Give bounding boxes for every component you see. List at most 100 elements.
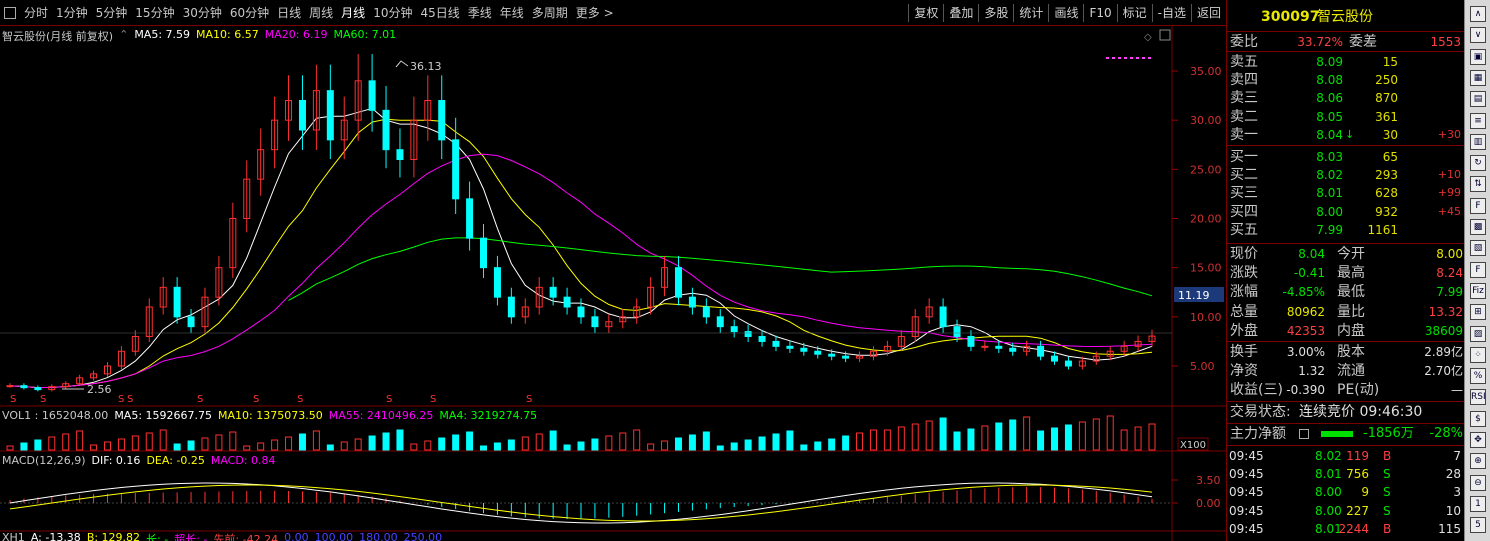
tool-button[interactable]: 标记 [1116, 4, 1152, 22]
bid-row[interactable]: 买四 8.00 932 +45 [1227, 203, 1465, 221]
ask-row[interactable]: 卖一 8.04 30 +30 ↓ [1227, 126, 1465, 144]
collapse-icon[interactable]: ∧ [1470, 6, 1486, 22]
volume-bar [883, 429, 891, 451]
period-tab[interactable]: 年线 [496, 4, 528, 22]
candle-body [187, 316, 195, 328]
period-tab[interactable]: 15分钟 [131, 4, 178, 22]
period-tab[interactable]: 5分钟 [92, 4, 132, 22]
bid-row-price: 8.01 [1316, 186, 1343, 201]
period-tab[interactable]: 60分钟 [226, 4, 273, 22]
move-icon[interactable]: ✥ [1470, 432, 1486, 448]
expand-icon[interactable]: ∨ [1470, 27, 1486, 44]
tool-button[interactable]: 返回 [1190, 4, 1226, 22]
volume-bar [243, 445, 251, 451]
bid-row[interactable]: 买三 8.01 628 +99 [1227, 184, 1465, 202]
chart-icon[interactable]: ▨ [1470, 325, 1486, 342]
period-tab[interactable]: 日线 [273, 4, 305, 22]
period-tab[interactable]: 月线 [337, 4, 369, 22]
period-tab[interactable]: 周线 [305, 4, 337, 22]
period-tab[interactable]: 季线 [464, 4, 496, 22]
layout-box-icon[interactable] [4, 7, 16, 19]
xh-g: 100.00 [314, 531, 354, 541]
ask-row[interactable]: 卖二 8.05 361 [1227, 108, 1465, 126]
volume-bar [90, 444, 98, 451]
bar-chart-icon[interactable]: ▥ [1470, 133, 1486, 150]
stat-value: -0.390 [1286, 383, 1325, 398]
ftab-icon[interactable]: F [1470, 261, 1486, 278]
volume-bar [1009, 419, 1017, 451]
period-tab[interactable]: 10分钟 [369, 4, 416, 22]
tool-button[interactable]: -自选 [1151, 4, 1191, 22]
bid-row[interactable]: 买一 8.03 65 [1227, 148, 1465, 166]
candle-body [702, 306, 710, 318]
period-tabs: 分时 1分钟 5分钟 15分钟 30分钟 60分钟 日线 周线 月线 10分钟 45日线 季线 年线 多周… [4, 4, 618, 22]
status-row: 交易状态: 连续竞价 09:46:30 [1227, 403, 1465, 421]
bid-row[interactable]: 买二 8.02 293 +10 [1227, 166, 1465, 184]
chart-area[interactable]: SSSSSSSSSS 35.00 30.00 25.00 20.00 15.00 10.0… [0, 26, 1226, 541]
tool-button[interactable]: 统计 [1013, 4, 1048, 22]
tool-button[interactable]: 复权 [908, 4, 943, 22]
volume-bar [34, 439, 42, 451]
ask-row[interactable]: 卖五 8.09 15 [1227, 53, 1465, 71]
volume-bar [786, 430, 794, 451]
tool-button[interactable]: 叠加 [943, 4, 978, 22]
vol-ma10-label: MA10: 1375073.50 [218, 409, 323, 422]
stat-value: -0.41 [1293, 266, 1325, 281]
scatter-icon[interactable]: ⁘ [1470, 346, 1486, 363]
hist-icon[interactable]: ⊞ [1470, 304, 1486, 321]
zoom-icon[interactable]: ⊕ [1470, 453, 1486, 470]
period-tab[interactable]: 30分钟 [179, 4, 226, 22]
down-arrow-icon: ↓ [1345, 127, 1355, 141]
period-tab[interactable]: 更多 > [572, 4, 618, 22]
stat-value: 8.04 [1298, 247, 1325, 261]
diamond-icon[interactable]: ◇ [1144, 32, 1152, 43]
num5-icon[interactable]: 5 [1470, 517, 1486, 534]
period-tab[interactable]: 分时 [20, 4, 52, 22]
candle-body [466, 198, 474, 239]
xh-e: 先前: -42.24 [213, 533, 279, 541]
stat-value: 38609 [1424, 323, 1463, 338]
tool-button[interactable]: 画线 [1048, 4, 1083, 22]
main-legend: 智云股份(月线 前复权) ⌃ MA5: 7.59 MA10: 6.57 MA20… [2, 28, 396, 44]
tick-price: 8.02 [1315, 449, 1342, 463]
fiz-icon[interactable]: Fiz [1470, 282, 1486, 299]
dollar-icon[interactable]: $ [1470, 410, 1486, 427]
num1-icon[interactable]: 1 [1470, 495, 1486, 512]
list-icon[interactable]: ≡ [1470, 112, 1486, 129]
tool-button[interactable]: 多股 [978, 4, 1013, 22]
period-tab[interactable]: 1分钟 [52, 4, 92, 22]
tick-volume: 227 [1346, 503, 1369, 518]
volume-bar [758, 436, 766, 451]
candle-body [981, 345, 989, 348]
tool-button[interactable]: F10 [1083, 4, 1116, 22]
period-tab[interactable]: 多周期 [528, 4, 572, 22]
candle-icon[interactable]: ⇅ [1470, 176, 1486, 193]
grid-icon[interactable]: ▦ [1470, 69, 1486, 86]
down-icon[interactable]: ▣ [1470, 48, 1486, 65]
rsi-icon[interactable]: RSI [1470, 389, 1486, 406]
panel-menu-icon[interactable] [1159, 29, 1171, 41]
sector-icon[interactable]: ▩ [1470, 219, 1486, 235]
table-icon[interactable]: ▤ [1470, 91, 1486, 108]
fund-icon[interactable]: F [1470, 197, 1486, 214]
bid-row-label: 买一 [1230, 149, 1258, 165]
news-icon[interactable]: ▧ [1470, 240, 1486, 257]
collapse-icon[interactable]: ⌃ [119, 28, 128, 44]
stat-row: 总量 80962 量比 13.32 [1227, 303, 1465, 321]
pct-icon[interactable]: % [1470, 368, 1486, 385]
stat-label: 内盘 [1337, 322, 1365, 339]
refresh-icon[interactable]: ↻ [1470, 155, 1486, 172]
stat-value: 80962 [1286, 304, 1325, 319]
period-tab[interactable]: 45日线 [416, 4, 463, 22]
candle-body [953, 326, 961, 337]
ask-row[interactable]: 卖四 8.08 250 [1227, 71, 1465, 89]
bid-row[interactable]: 买五 7.99 1161 [1227, 221, 1465, 239]
zoomout-icon[interactable]: ⊖ [1470, 474, 1486, 491]
toggle-box-icon[interactable] [1299, 429, 1309, 439]
volume-bar [535, 433, 543, 451]
xh-h: 180.00 [359, 531, 398, 541]
volume-bar [76, 430, 84, 451]
volume-bar [674, 437, 682, 451]
ask-row[interactable]: 卖三 8.06 870 [1227, 89, 1465, 107]
candle-body [438, 100, 446, 141]
